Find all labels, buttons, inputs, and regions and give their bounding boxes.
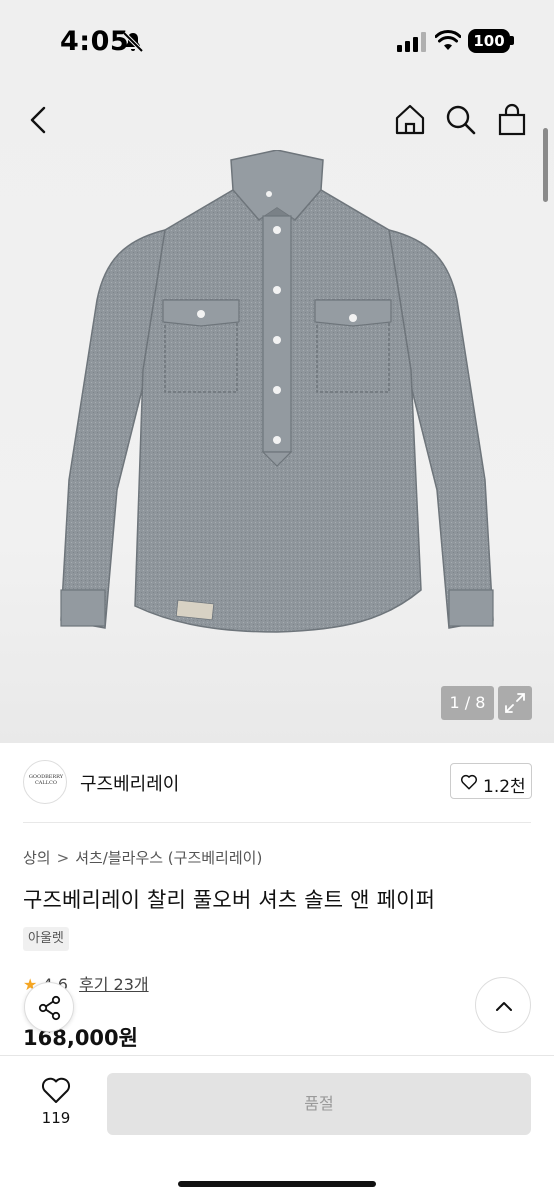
store-like-count: 1.2천 xyxy=(483,777,526,797)
gallery-counter: 1 / 8 xyxy=(441,686,494,720)
battery-tip xyxy=(510,36,514,45)
product-gallery[interactable]: 1 / 8 xyxy=(0,82,554,743)
product-image xyxy=(60,150,494,633)
share-button[interactable] xyxy=(24,982,74,1032)
bag-button[interactable] xyxy=(492,100,532,140)
back-button[interactable] xyxy=(20,100,60,140)
wishlist-count: 119 xyxy=(41,1109,71,1127)
battery-icon: 100 xyxy=(468,29,510,53)
signal-icon xyxy=(397,32,426,52)
expand-icon xyxy=(505,693,525,713)
wifi-icon xyxy=(435,30,461,50)
outlet-tag: 아울렛 xyxy=(23,927,69,951)
status-time: 4:05 xyxy=(60,26,130,57)
scrollbar[interactable] xyxy=(543,128,548,202)
share-icon xyxy=(38,995,61,1021)
search-button[interactable] xyxy=(441,100,481,140)
home-icon xyxy=(395,104,425,135)
home-button[interactable] xyxy=(390,100,430,140)
home-indicator xyxy=(178,1181,376,1187)
search-icon xyxy=(446,105,476,135)
breadcrumb-item-category[interactable]: 상의 xyxy=(23,849,51,867)
expand-button[interactable] xyxy=(498,686,532,720)
bag-icon xyxy=(498,103,526,136)
bell-off-icon xyxy=(122,31,144,53)
sold-out-button[interactable]: 품절 xyxy=(107,1073,531,1135)
store-name[interactable]: 구즈베리레이 xyxy=(80,770,179,796)
breadcrumb: 상의 > 셔츠/블라우스 (구즈베리레이) xyxy=(23,847,262,868)
wishlist-heart-icon[interactable] xyxy=(40,1075,72,1105)
divider xyxy=(23,822,531,823)
store-like-button[interactable]: 1.2천 xyxy=(450,763,532,799)
reviews-link[interactable]: 후기 23개 xyxy=(79,975,149,994)
status-bar: 4:05 100 xyxy=(0,0,554,82)
product-title: 구즈베리레이 찰리 풀오버 셔츠 솔트 앤 페이퍼 xyxy=(23,888,436,912)
store-logo[interactable]: GOODBERRY CALLCO xyxy=(23,760,67,804)
breadcrumb-item-subcategory[interactable]: 셔츠/블라우스 (구즈베리레이) xyxy=(75,849,262,867)
heart-icon xyxy=(460,774,478,790)
back-icon xyxy=(30,106,46,134)
chevron-up-icon xyxy=(496,1002,512,1011)
store-logo-text: GOODBERRY CALLCO xyxy=(28,774,64,786)
breadcrumb-separator: > xyxy=(56,849,70,867)
scroll-top-button[interactable] xyxy=(475,977,531,1033)
